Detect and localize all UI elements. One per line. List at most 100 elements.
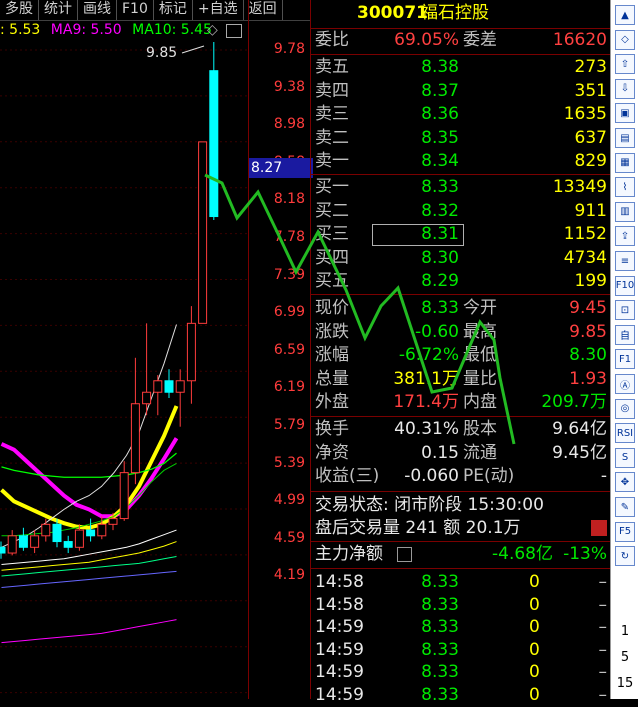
toolbar-add-watchlist[interactable]: +自选 (193, 0, 244, 20)
bid-row: 买一 8.33 13349 (311, 176, 611, 199)
quote-row: 外盘 171.4万 内盘 209.7万 (311, 391, 611, 414)
toolbar-mark[interactable]: 标记 (154, 0, 193, 20)
sidebar-tool-icon[interactable]: ⌇ (613, 176, 637, 198)
sidebar-tool-icon[interactable]: RSI (613, 422, 637, 444)
candle-body (86, 529, 96, 537)
quote-row: 总量 381.1万 量比 1.93 (311, 368, 611, 391)
quote-panel: 300071 福石控股 委比 69.05% 委差 16620 卖五 8.38 273… (310, 0, 611, 705)
quote-value-2: 9.45 (569, 298, 607, 318)
fund-label: 净资 (315, 442, 349, 463)
tool-glyph: ✎ (615, 497, 635, 517)
period-button[interactable]: 5 (613, 646, 637, 668)
bid-price: 8.32 (421, 200, 459, 221)
quote-row: 涨幅 -6.72% 最低 8.30 (311, 344, 611, 367)
candle-body (153, 380, 163, 393)
tool-glyph: ▥ (615, 201, 635, 222)
toolbar-multi-stock[interactable]: 多股 (0, 0, 39, 20)
tick-row: 14:58 8.33 0 – (311, 571, 611, 594)
tick-price: 8.33 (421, 594, 459, 615)
ma-green-line (1, 463, 177, 537)
price-tick-label: 7.39 (273, 266, 305, 283)
bid-price: 8.30 (421, 247, 459, 268)
sidebar-tool-icon[interactable]: F5 (613, 521, 637, 543)
sidebar-tool-icon[interactable]: ▥ (613, 201, 637, 223)
candle-body (63, 541, 73, 548)
tick-direction: – (598, 662, 608, 682)
fund-value-2: 9.45亿 (552, 442, 607, 463)
tick-direction: – (598, 572, 608, 592)
price-tick-label: 7.78 (273, 229, 305, 245)
ma9-value: MA9: 5.50 (50, 22, 122, 38)
sidebar-tool-icon[interactable]: 自 (613, 324, 637, 346)
sidebar-tool-icon[interactable]: ▤ (613, 127, 637, 149)
ask-price: 8.38 (421, 57, 459, 77)
bid-volume: 199 (574, 271, 607, 291)
sidebar-tool-icon[interactable]: ◎ (613, 398, 637, 420)
sidebar-tool-icon[interactable]: ⇪ (613, 225, 637, 247)
fund-label-2: 流通 (463, 442, 497, 463)
ma5-value: : 5.53 (0, 22, 41, 38)
window-toggle-icon[interactable] (226, 24, 242, 38)
tool-glyph: Ⓐ (615, 374, 635, 394)
trade-status: 交易状态: 闭市阶段 15:30:00 (315, 495, 544, 515)
main-flow-value: -4.68亿 (492, 544, 553, 564)
tool-glyph: F1 (615, 349, 635, 370)
quote-value: 8.33 (421, 298, 459, 318)
candle-body (18, 535, 28, 548)
sidebar-tool-icon[interactable]: ↻ (613, 545, 637, 567)
right-toolbar: ▲ ◇ ⇧ ⇩ ▣ ▤ ▦ ⌇ ▥ ⇪ ≡ F10 ⊡ 自 F1 Ⓐ ◎ RSI S ✥ ✎ F5 ↻ 1 5 15 (610, 0, 638, 699)
candle-body (41, 523, 51, 537)
toolbar-statistics[interactable]: 统计 (39, 0, 78, 20)
sidebar-tool-icon[interactable]: ⊡ (613, 299, 637, 321)
toolbar-draw-line[interactable]: 画线 (78, 0, 117, 20)
sidebar-tool-icon[interactable]: ⇩ (613, 78, 637, 100)
sidebar-tool-icon[interactable]: Ⓐ (613, 373, 637, 395)
tick-volume: 0 (529, 617, 540, 637)
bid-volume: 911 (574, 200, 607, 221)
sidebar-tool-icon[interactable]: ✥ (613, 471, 637, 493)
weibi-row: 委比 69.05% 委差 16620 (311, 29, 611, 52)
tick-time: 14:59 (315, 662, 364, 682)
quote-label: 总量 (315, 368, 349, 389)
sidebar-tool-icon[interactable]: ▣ (613, 102, 637, 124)
tick-direction: – (598, 594, 608, 615)
price-tick-label: 6.59 (273, 341, 305, 358)
tick-direction: – (598, 639, 608, 660)
price-tick-label: 4.99 (273, 492, 305, 509)
sidebar-tool-icon[interactable]: F1 (613, 348, 637, 370)
sidebar-tool-icon[interactable]: F10 (613, 275, 637, 297)
fund-label: 换手 (315, 419, 349, 439)
ma-white-line (1, 324, 177, 548)
toolbar-f10[interactable]: F10 (117, 0, 154, 20)
ask-volume: 829 (574, 151, 607, 171)
bid-volume: 13349 (552, 177, 607, 197)
ask-label: 卖一 (315, 151, 349, 171)
ma-long-magenta (1, 619, 177, 644)
tool-glyph: ◇ (615, 29, 635, 50)
tool-glyph: ▲ (615, 5, 635, 25)
quote-label: 外盘 (315, 392, 349, 412)
candle-body (130, 403, 140, 474)
sidebar-tool-icon[interactable]: ✎ (613, 496, 637, 518)
current-price-marker: 8.27 (249, 158, 313, 178)
chart-icon[interactable] (591, 520, 607, 536)
sidebar-tool-icon[interactable]: ▦ (613, 152, 637, 174)
sidebar-tool-icon[interactable]: ⇧ (613, 53, 637, 75)
tick-volume: 0 (529, 684, 540, 705)
price-tick-label: 4.59 (273, 529, 305, 546)
tool-glyph: ▦ (615, 152, 635, 173)
price-tick-label: 4.19 (273, 567, 305, 584)
sidebar-tool-icon[interactable]: S (613, 447, 637, 469)
high-price-label: 9.85 (146, 45, 177, 61)
quote-row: 涨跌 -0.60 最高 9.85 (311, 321, 611, 344)
list-icon[interactable] (397, 547, 412, 562)
sidebar-tool-icon[interactable]: ≡ (613, 250, 637, 272)
period-button[interactable]: 1 (613, 620, 637, 642)
bid-row: 买二 8.32 911 (311, 200, 611, 223)
period-button[interactable]: 15 (613, 672, 637, 694)
tick-row: 14:59 8.33 0 – (311, 661, 611, 684)
sidebar-tool-icon[interactable]: ◇ (613, 29, 637, 51)
sidebar-tool-icon[interactable]: ▲ (613, 4, 637, 26)
ask-row: 卖四 8.37 351 (311, 80, 611, 103)
candle-body (198, 141, 208, 324)
